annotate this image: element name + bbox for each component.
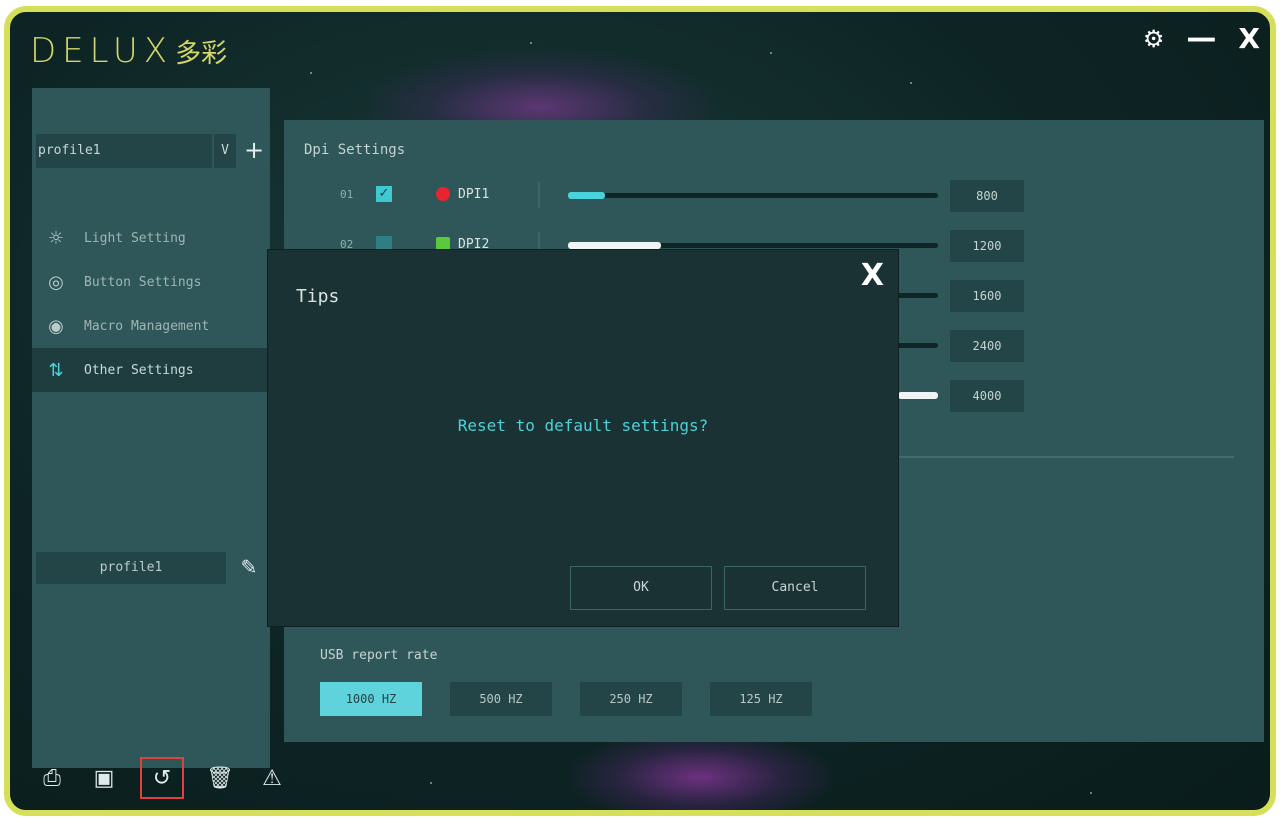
logo-cn-text: 多彩 — [175, 38, 228, 69]
dpi-number: 01 — [340, 188, 354, 201]
dpi-value-field[interactable]: 2400 — [950, 330, 1024, 362]
tips-dialog: Tips X Reset to default settings? OK Can… — [268, 250, 898, 626]
dpi-settings-title: Dpi Settings — [304, 142, 406, 158]
dpi-value-field[interactable]: 800 — [950, 180, 1024, 212]
dpi-color-dot[interactable] — [436, 237, 450, 251]
chevron-down-icon[interactable]: V — [214, 134, 236, 168]
rate-option-500hz[interactable]: 500 HZ — [450, 682, 552, 716]
rate-option-1000hz[interactable]: 1000 HZ — [320, 682, 422, 716]
sliders-icon: ⇅ — [48, 359, 64, 381]
sidebar-item-label: Light Setting — [84, 230, 186, 246]
report-rate-options: 1000 HZ 500 HZ 250 HZ 125 HZ — [320, 682, 812, 716]
background-star — [910, 82, 912, 84]
brand-logo: DELUX 多彩 — [30, 26, 227, 76]
background-nebula — [570, 732, 830, 810]
window-controls: ⚙ — X — [1143, 22, 1260, 55]
dpi-row: 01 ✓ DPI1 800 — [284, 178, 1264, 214]
dpi-value-field[interactable]: 4000 — [950, 380, 1024, 412]
dialog-title: Tips — [296, 286, 340, 307]
background-star — [310, 72, 312, 74]
reset-icon[interactable]: ↺ — [140, 757, 184, 799]
close-window-button[interactable]: X — [1238, 22, 1260, 55]
background-star — [770, 52, 772, 54]
add-profile-button[interactable]: + — [240, 134, 268, 168]
divider — [538, 182, 540, 208]
gear-icon[interactable]: ⚙ — [1143, 25, 1165, 53]
sidebar-item-label: Macro Management — [84, 318, 210, 334]
sidebar-item-label: Other Settings — [84, 362, 194, 378]
dpi-value-field[interactable]: 1600 — [950, 280, 1024, 312]
background-star — [430, 782, 432, 784]
macro-icon: ◉ — [48, 315, 64, 337]
dpi-label: DPI1 — [458, 187, 490, 202]
dpi-color-dot[interactable] — [436, 187, 450, 201]
rate-option-125hz[interactable]: 125 HZ — [710, 682, 812, 716]
warning-icon[interactable]: ⚠ — [256, 760, 288, 796]
sun-icon: ☼ — [47, 227, 65, 249]
import-icon[interactable]: ⎙ — [36, 760, 68, 796]
rate-option-250hz[interactable]: 250 HZ — [580, 682, 682, 716]
dpi-checkbox[interactable]: ✓ — [376, 186, 392, 202]
logo-text: DELUX — [30, 31, 174, 71]
dialog-message: Reset to default settings? — [457, 416, 709, 435]
sidebar-item-macro-management[interactable]: ◉ Macro Management — [32, 304, 270, 348]
close-icon[interactable]: X — [861, 258, 884, 293]
ok-button[interactable]: OK — [570, 566, 712, 610]
dpi-slider-fill[interactable] — [568, 242, 661, 249]
edit-icon[interactable]: ✎ — [236, 554, 262, 580]
bottom-toolbar: ⎙ ▣ ↺ 🗑 ⚠ — [36, 757, 288, 799]
delete-icon[interactable]: 🗑 — [204, 760, 236, 796]
sidebar-item-button-settings[interactable]: ◎ Button Settings — [32, 260, 270, 304]
dpi-slider[interactable] — [568, 192, 938, 199]
save-icon[interactable]: ▣ — [88, 760, 120, 796]
sidebar-item-light-setting[interactable]: ☼ Light Setting — [32, 216, 270, 260]
dpi-slider[interactable] — [568, 242, 938, 249]
minimize-button[interactable]: — — [1186, 23, 1216, 53]
sidebar-item-other-settings[interactable]: ⇅ Other Settings — [32, 348, 270, 392]
dpi-slider-fill[interactable] — [898, 392, 938, 399]
usb-report-rate-title: USB report rate — [320, 648, 438, 663]
background-star — [530, 42, 532, 44]
dpi-slider-fill[interactable] — [568, 192, 605, 199]
background-star — [1090, 792, 1092, 794]
cancel-button[interactable]: Cancel — [724, 566, 866, 610]
sidebar-item-label: Button Settings — [84, 274, 202, 290]
button-icon: ◎ — [48, 271, 64, 293]
dpi-value-field[interactable]: 1200 — [950, 230, 1024, 262]
profile-select[interactable]: profile1 — [36, 134, 212, 168]
profile-name-field[interactable]: profile1 — [36, 552, 226, 584]
sidebar-menu: ☼ Light Setting ◎ Button Settings ◉ Macr… — [32, 216, 270, 392]
sidebar: profile1 V + ☼ Light Setting ◎ Button Se… — [32, 88, 270, 768]
